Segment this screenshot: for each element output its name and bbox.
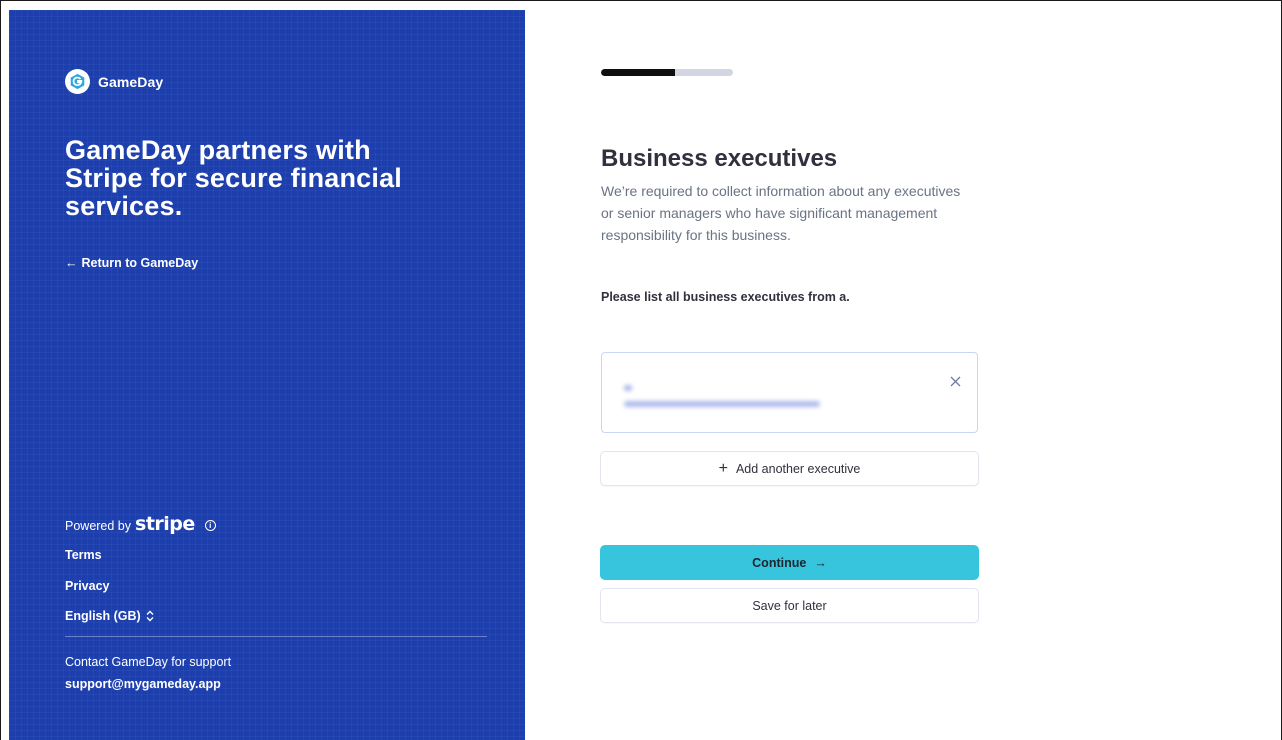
progress-fill [601, 69, 675, 76]
powered-by-label: Powered by [65, 518, 132, 533]
support-text: Contact GameDay for support [65, 655, 232, 669]
info-icon[interactable]: i [204, 520, 216, 531]
brand: GameDay [65, 69, 163, 94]
add-executive-label: Add another executive [735, 461, 861, 476]
language-label: English (GB) [65, 609, 141, 623]
stripe-logo: stripe [135, 513, 195, 535]
arrow-left-icon: ← [65, 256, 78, 270]
remove-executive-icon[interactable] [950, 375, 961, 391]
powered-by-stripe: Powered by stripe i [65, 513, 216, 535]
arrow-right-icon: → [814, 555, 827, 570]
add-executive-button[interactable]: + Add another executive [600, 451, 979, 486]
terms-link[interactable]: Terms [65, 548, 102, 562]
support-email-link[interactable]: support@mygameday.app [65, 677, 221, 691]
headline: GameDay partners with Stripe for secure … [65, 135, 403, 221]
background-grid [9, 10, 525, 740]
executive-details-redacted [624, 379, 820, 407]
progress-bar [601, 69, 733, 76]
page-frame: GameDay GameDay partners with Stripe for… [0, 0, 1282, 740]
page-description: We’re required to collect information ab… [601, 183, 961, 243]
return-link[interactable]: ← Return to GameDay [65, 256, 198, 270]
privacy-link[interactable]: Privacy [65, 579, 109, 593]
language-selector[interactable]: English (GB) [65, 609, 155, 623]
gameday-logo-icon [65, 69, 90, 94]
plus-icon: + [718, 459, 728, 477]
save-for-later-button[interactable]: Save for later [600, 588, 979, 623]
save-for-later-label: Save for later [752, 598, 827, 613]
left-panel: GameDay GameDay partners with Stripe for… [9, 10, 525, 740]
executive-card[interactable] [601, 352, 978, 433]
continue-button[interactable]: Continue → [600, 545, 979, 580]
return-link-label: Return to GameDay [81, 256, 199, 270]
brand-name: GameDay [98, 73, 164, 90]
continue-label: Continue [752, 555, 807, 570]
instruction-text: Please list all business executives from… [601, 290, 850, 304]
chevron-up-down-icon [146, 610, 154, 622]
divider [65, 636, 487, 637]
page-title: Business executives [601, 145, 838, 172]
